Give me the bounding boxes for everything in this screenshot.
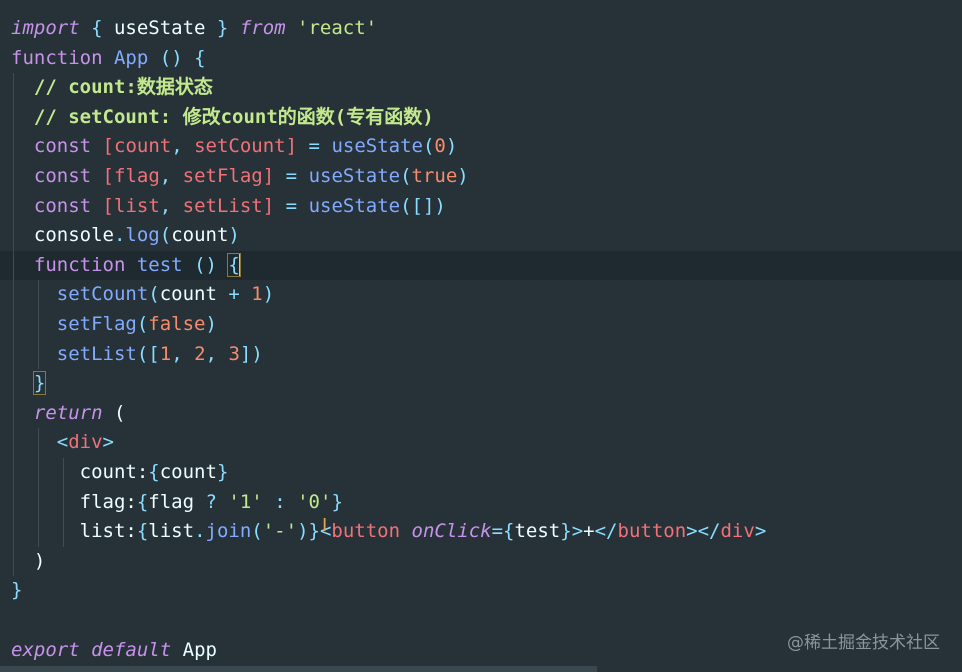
code-line-12-text: setList([1, 2, 3]) xyxy=(56,342,263,365)
code-line-8-text: console.log(count) xyxy=(33,224,240,247)
code-line-5[interactable]: const [count, setCount] = useState(0) xyxy=(0,132,457,162)
code-line-17[interactable]: flag:{flag ? '1' : '0'} xyxy=(0,487,343,518)
code-line-11-text: setFlag(false) xyxy=(56,313,217,335)
code-line-15[interactable]: <div> xyxy=(0,428,114,458)
code-line-2[interactable]: function App () { xyxy=(0,44,206,74)
code-line-14[interactable]: return ( xyxy=(0,398,125,429)
i-beam-cursor-icon: Ⅰ xyxy=(322,515,328,536)
code-line-9-text: function test () { xyxy=(33,252,241,277)
code-line-2-text: function App () { xyxy=(11,46,206,69)
code-line-7[interactable]: const [list, setList] = useState([]) xyxy=(0,191,446,222)
code-line-21[interactable] xyxy=(0,606,46,636)
code-line-14-text: return ( xyxy=(33,401,126,424)
code-line-6-text: const [flag, setFlag] = useState(true) xyxy=(33,165,469,187)
code-line-5-text: const [count, setCount] = useState(0) xyxy=(33,135,458,158)
code-line-3-text: // count:数据状态 xyxy=(33,76,213,99)
code-line-20-text: } xyxy=(11,579,23,602)
code-line-15-text: <div> xyxy=(56,431,114,454)
code-line-22[interactable]: export default App xyxy=(0,636,217,666)
watermark: @稀土掘金技术社区 xyxy=(787,633,940,653)
code-line-4[interactable]: // setCount: 修改count的函数(专有函数) xyxy=(0,102,434,133)
code-line-13-text: } xyxy=(11,369,47,399)
code-line-10-text: setCount(count + 1) xyxy=(56,283,275,306)
matched-bracket-close: } xyxy=(32,371,47,396)
code-line-16-text: count:{count} xyxy=(79,461,229,483)
code-line-13[interactable]: } xyxy=(0,369,47,399)
code-line-20[interactable]: } xyxy=(0,576,46,606)
tok-import: import xyxy=(11,17,80,39)
code-line-6[interactable]: const [flag, setFlag] = useState(true) xyxy=(0,162,469,192)
code-line-19-text: ) xyxy=(33,549,46,572)
code-line-7-text: const [list, setList] = useState([]) xyxy=(33,194,446,217)
text-cursor-icon xyxy=(238,254,241,277)
code-line-1-text: import { useState } from 'react' xyxy=(11,17,378,39)
code-line-10[interactable]: setCount(count + 1) xyxy=(0,280,274,310)
code-line-9-active[interactable]: function test () { xyxy=(0,250,962,281)
code-line-19[interactable]: ) xyxy=(0,546,46,577)
code-line-17-text: flag:{flag ? '1' : '0'} xyxy=(79,490,343,513)
code-line-16[interactable]: count:{count} xyxy=(0,458,228,488)
horizontal-scrollbar[interactable] xyxy=(0,666,597,672)
code-line-11[interactable]: setFlag(false) xyxy=(0,310,217,340)
code-editor[interactable]: import { useState } from 'react' functio… xyxy=(0,0,962,672)
code-line-22-text: export default App xyxy=(11,638,217,661)
code-line-3[interactable]: // count:数据状态 xyxy=(0,73,213,103)
code-line-1[interactable]: import { useState } from 'react' xyxy=(0,14,377,44)
code-line-18[interactable]: list:{list.join('-')}<button onClick={te… xyxy=(0,517,766,547)
code-line-4-text: // setCount: 修改count的函数(专有函数) xyxy=(33,105,434,128)
code-line-12[interactable]: setList([1, 2, 3]) xyxy=(0,339,263,370)
code-line-8[interactable]: console.log(count) xyxy=(0,221,240,251)
code-line-18-text: list:{list.join('-')}<button onClick={te… xyxy=(79,520,767,543)
